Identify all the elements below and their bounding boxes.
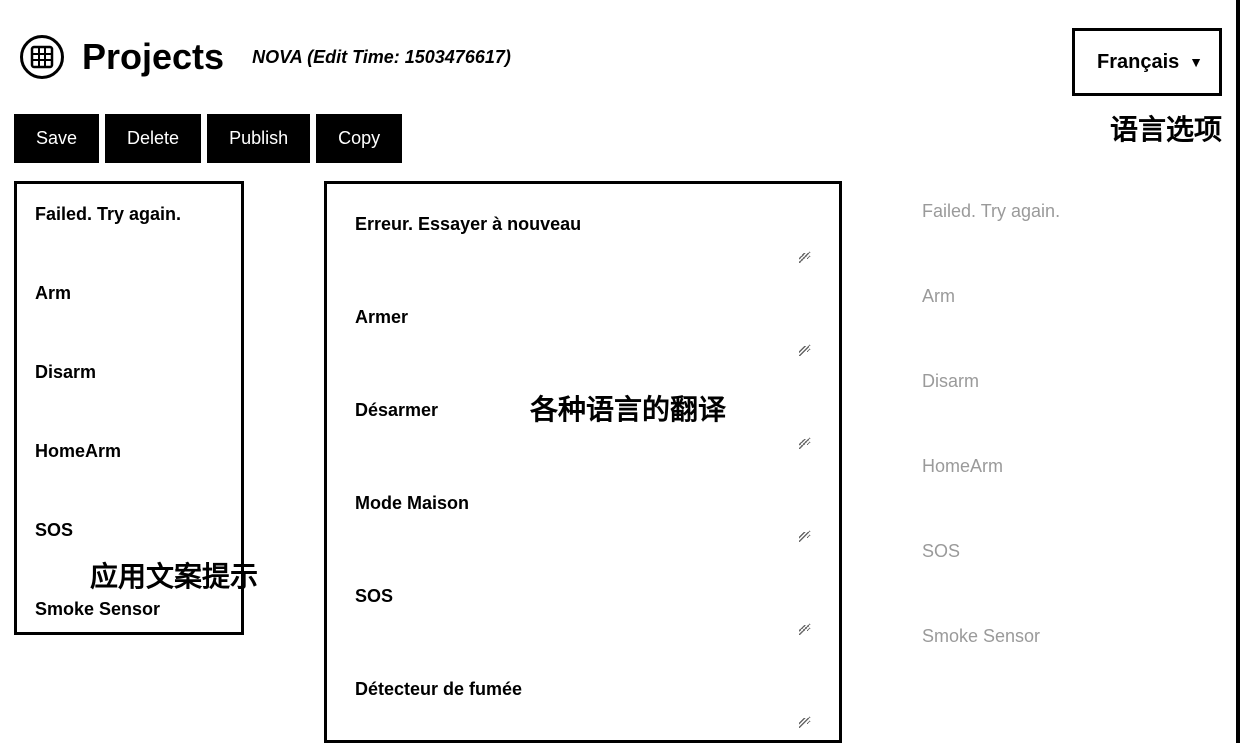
reference-string: HomeArm bbox=[922, 456, 1060, 477]
language-selected: Français bbox=[1097, 51, 1179, 74]
reference-string: Failed. Try again. bbox=[922, 201, 1060, 222]
reference-column: Failed. Try again. Arm Disarm HomeArm SO… bbox=[922, 181, 1060, 647]
source-string: Smoke Sensor bbox=[35, 599, 223, 620]
project-subtitle: NOVA (Edit Time: 1503476617) bbox=[252, 47, 511, 68]
reference-string: Disarm bbox=[922, 371, 1060, 392]
translation-input[interactable] bbox=[355, 305, 811, 353]
source-string: Disarm bbox=[35, 362, 223, 383]
toolbar: Save Delete Publish Copy bbox=[0, 89, 1240, 173]
source-string: Arm bbox=[35, 283, 223, 304]
translation-input[interactable] bbox=[355, 398, 811, 446]
translation-input[interactable] bbox=[355, 212, 811, 260]
translation-input[interactable] bbox=[355, 584, 811, 632]
page-title: Projects bbox=[82, 36, 224, 78]
source-string: HomeArm bbox=[35, 441, 223, 462]
translation-column bbox=[324, 181, 842, 743]
reference-string: Smoke Sensor bbox=[922, 626, 1060, 647]
source-string: SOS bbox=[35, 520, 223, 541]
reference-string: Arm bbox=[922, 286, 1060, 307]
translation-input[interactable] bbox=[355, 491, 811, 539]
language-selector[interactable]: Français ▼ bbox=[1072, 28, 1222, 96]
source-strings-column: Failed. Try again. Arm Disarm HomeArm SO… bbox=[14, 181, 244, 635]
source-string: Failed. Try again. bbox=[35, 204, 223, 225]
header: Projects NOVA (Edit Time: 1503476617) bbox=[0, 0, 1240, 89]
page-border-right bbox=[1236, 0, 1240, 743]
annotation-language: 语言选项 bbox=[1110, 108, 1222, 148]
projects-icon bbox=[20, 35, 64, 79]
reference-string: SOS bbox=[922, 541, 1060, 562]
publish-button[interactable]: Publish bbox=[207, 114, 310, 163]
save-button[interactable]: Save bbox=[14, 114, 99, 163]
translation-input[interactable] bbox=[355, 677, 811, 725]
workspace: Failed. Try again. Arm Disarm HomeArm SO… bbox=[0, 173, 1240, 743]
copy-button[interactable]: Copy bbox=[316, 114, 402, 163]
chevron-down-icon: ▼ bbox=[1189, 54, 1203, 70]
delete-button[interactable]: Delete bbox=[105, 114, 201, 163]
